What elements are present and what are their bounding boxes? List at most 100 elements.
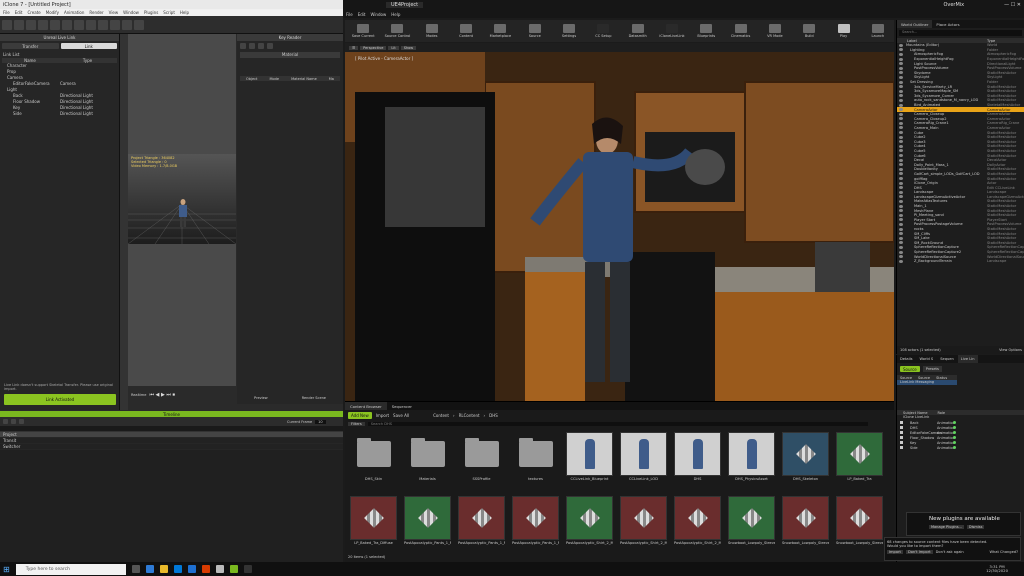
subject-checkbox[interactable] — [900, 421, 903, 424]
visibility-eye-icon[interactable] — [899, 167, 903, 171]
menu-item[interactable]: View — [109, 10, 119, 15]
toolbar-button[interactable]: Blueprints — [690, 24, 722, 38]
menu-item[interactable]: Script — [163, 10, 175, 15]
visibility-eye-icon[interactable] — [899, 195, 903, 199]
tool-icon[interactable] — [26, 19, 36, 30]
visibility-eye-icon[interactable] — [899, 121, 903, 125]
outliner-search[interactable]: Search... — [899, 30, 1022, 36]
taskbar-search[interactable]: Type here to search — [15, 563, 126, 575]
menu-item[interactable]: Help — [180, 10, 189, 15]
visibility-eye-icon[interactable] — [899, 218, 903, 222]
toolbar-button[interactable]: Play — [827, 24, 859, 38]
asset-tile[interactable]: Snowboot_Lowpoly_Sleeved_Baked_Tra — [728, 496, 775, 550]
path-rlcontent[interactable]: RLContent — [459, 413, 480, 418]
details-tab[interactable]: Live Lin — [957, 355, 978, 363]
source-row[interactable]: LiveLink Messaging — [897, 380, 957, 385]
asset-tile[interactable]: PostApocalyptic_Pants_1_MAT_Sty — [404, 496, 451, 550]
path-content[interactable]: Content — [433, 413, 449, 418]
menu-item[interactable]: Animation — [64, 10, 84, 15]
tool-icon[interactable] — [74, 19, 84, 30]
tool-icon[interactable] — [14, 19, 24, 30]
menu-item[interactable]: Render — [89, 10, 103, 15]
asset-tile[interactable]: Snowboot_Lowpoly_Sleeved_Baked_Tra_Diffu… — [782, 496, 829, 550]
visibility-eye-icon[interactable] — [899, 71, 903, 75]
dismiss-button[interactable]: Dismiss — [966, 525, 985, 529]
render-scene-button[interactable]: Render Scene — [302, 396, 326, 400]
manage-plugins-button[interactable]: Manage Plugins... — [929, 525, 964, 529]
presets-button[interactable]: Presets — [922, 366, 942, 372]
tool-icon[interactable] — [122, 19, 132, 30]
filters-button[interactable]: Filters — [348, 421, 365, 426]
asset-tile[interactable]: DHS — [674, 432, 721, 486]
iclone-viewport[interactable]: Project Triangle : 364082 Selected Trian… — [128, 34, 236, 404]
visibility-eye-icon[interactable] — [899, 98, 903, 102]
visibility-eye-icon[interactable] — [899, 103, 903, 107]
subject-row[interactable]: Side Animation — [897, 445, 1024, 450]
link-list-row[interactable]: Side Directional Light — [2, 111, 117, 117]
visibility-eye-icon[interactable] — [899, 163, 903, 167]
visibility-eye-icon[interactable] — [899, 94, 903, 98]
tool-icon[interactable] — [86, 19, 96, 30]
visibility-eye-icon[interactable] — [899, 144, 903, 148]
toolbar-button[interactable]: Save Current — [347, 24, 379, 38]
subject-checkbox[interactable] — [900, 436, 903, 439]
tool-icon[interactable] — [134, 19, 144, 30]
toolbar-button[interactable]: Launch — [862, 24, 894, 38]
add-source-button[interactable]: Source — [900, 366, 920, 372]
visibility-eye-icon[interactable] — [899, 43, 903, 47]
visibility-eye-icon[interactable] — [899, 112, 903, 116]
subject-checkbox[interactable] — [900, 426, 903, 429]
unreal-icon[interactable] — [215, 565, 224, 573]
asset-search[interactable]: Search DHS — [367, 421, 868, 426]
viewport-menu[interactable]: ☰ — [349, 45, 359, 50]
visibility-eye-icon[interactable] — [899, 255, 903, 259]
menu-item[interactable]: Edit — [358, 12, 366, 17]
visibility-eye-icon[interactable] — [899, 135, 903, 139]
tool-icon[interactable] — [98, 19, 108, 30]
asset-tile[interactable]: Snowboot_Lowpoly_Sleeved_Baked_Tra_Norma… — [836, 496, 883, 550]
toolbar-button[interactable]: Content — [450, 24, 482, 38]
terminal-icon[interactable] — [243, 565, 252, 573]
details-tab[interactable]: Sequen — [937, 355, 957, 363]
toolbar-button[interactable]: Modes — [416, 24, 448, 38]
visibility-eye-icon[interactable] — [899, 209, 903, 213]
asset-tile[interactable]: textures — [512, 432, 559, 486]
menu-item[interactable]: Edit — [15, 10, 23, 15]
visibility-eye-icon[interactable] — [899, 250, 903, 254]
asset-tile[interactable]: DHS_Skeleton — [782, 432, 829, 486]
asset-tile[interactable]: DHS_Skin — [350, 432, 397, 486]
tool-icon[interactable] — [50, 19, 60, 30]
photoshop-icon[interactable] — [187, 565, 196, 573]
add-new-button[interactable]: Add New — [348, 411, 372, 419]
visibility-eye-icon[interactable] — [899, 52, 903, 56]
save-all-button[interactable]: Save All — [393, 413, 409, 418]
asset-tile[interactable]: LP_Baked_Tra_Diffuse — [350, 496, 397, 550]
app-icon[interactable] — [201, 565, 210, 573]
tab-world-outliner[interactable]: World Outliner — [897, 20, 933, 28]
menu-item[interactable]: File — [346, 12, 353, 17]
preview-button[interactable]: Preview — [254, 396, 268, 400]
view-options-button[interactable]: View Options — [999, 348, 1022, 352]
visibility-eye-icon[interactable] — [899, 75, 903, 79]
visibility-eye-icon[interactable] — [899, 259, 903, 263]
asset-tile[interactable]: LP_Baked_Tra — [836, 432, 883, 486]
asset-tile[interactable]: DHS_PhysicsAsset — [728, 432, 775, 486]
asset-tile[interactable]: CCLiveLink_LOD — [620, 432, 667, 486]
dont-ask-checkbox[interactable]: Don't ask again — [936, 550, 964, 554]
visibility-eye-icon[interactable] — [899, 172, 903, 176]
visibility-eye-icon[interactable] — [899, 199, 903, 203]
menu-item[interactable]: Window — [123, 10, 139, 15]
menu-item[interactable]: Create — [27, 10, 40, 15]
asset-tile[interactable]: Materials — [404, 432, 451, 486]
visibility-eye-icon[interactable] — [899, 57, 903, 61]
lit-button[interactable]: Lit — [388, 45, 399, 50]
asset-tile[interactable]: PostApocalyptic_Shirt_2_MAT_Sty — [566, 496, 613, 550]
asset-tile[interactable]: PostApocalyptic_Pants_1_MAT_Sty_Diffuse — [458, 496, 505, 550]
visibility-eye-icon[interactable] — [899, 232, 903, 236]
perspective-button[interactable]: Perspective — [360, 45, 387, 50]
visibility-eye-icon[interactable] — [899, 66, 903, 70]
menu-item[interactable]: Plugins — [144, 10, 158, 15]
tab-sequencer[interactable]: Sequencer — [387, 404, 417, 409]
visibility-eye-icon[interactable] — [899, 158, 903, 162]
path-dhs[interactable]: DHS — [489, 413, 498, 418]
